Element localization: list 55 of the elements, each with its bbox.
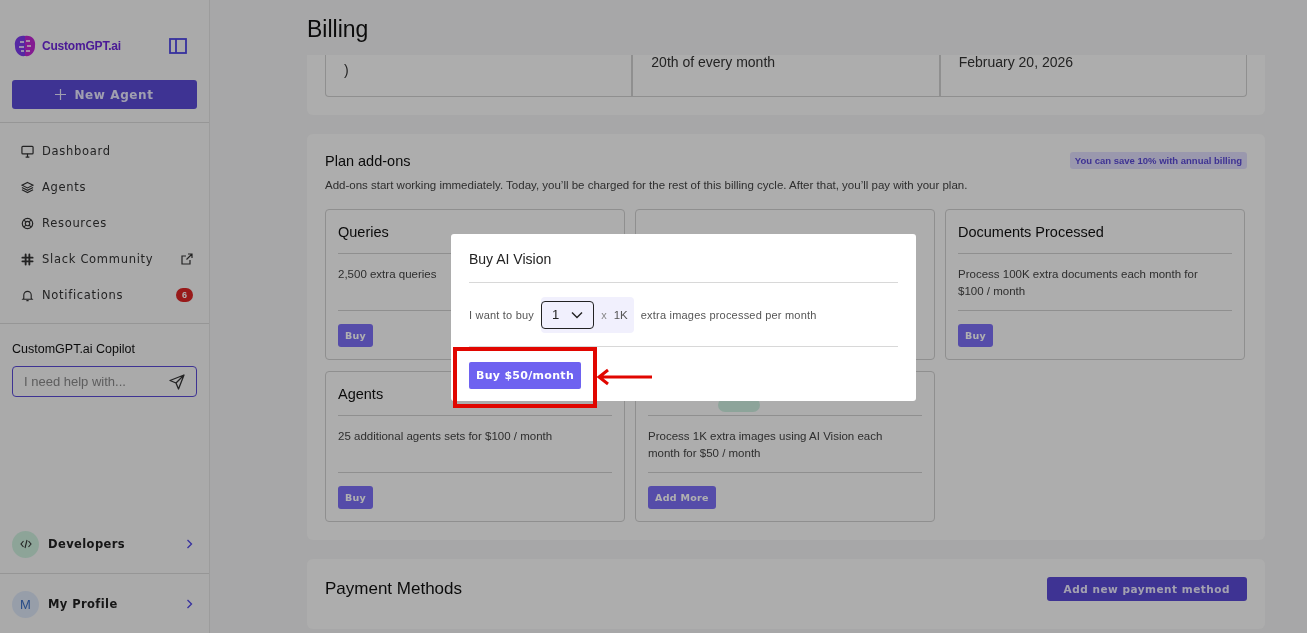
section-description: Add-ons start working immediately. Today, you’ll be charged for the rest of this billing cycle. After that, you’ll pay with your plan.	[325, 179, 969, 191]
addon-title: Agents	[338, 386, 384, 402]
nav-item[interactable]: Slack Community	[0, 241, 209, 277]
dialog-title: Buy AI Vision	[469, 250, 553, 269]
lifebuoy-icon	[21, 216, 34, 230]
copilot-title: CustomGPT.ai Copilot	[11, 341, 136, 358]
section-title: Plan add-ons	[325, 152, 411, 169]
new-agent-button[interactable]: New Agent	[12, 80, 197, 109]
nav-label: Notifications	[42, 288, 124, 302]
nav-item[interactable]: Agents	[0, 169, 209, 205]
developers-item[interactable]: Developers	[0, 529, 209, 559]
layers-icon	[21, 180, 34, 194]
addon-description: 25 additional agents sets for $100 / month	[338, 430, 553, 442]
profile-avatar: M	[12, 590, 39, 618]
addon-title: Queries	[338, 224, 389, 240]
savings-badge: You can save 10% with annual billing	[1069, 152, 1247, 169]
quantity-select[interactable]: 1	[541, 300, 595, 329]
summary-text: )	[344, 63, 350, 77]
unit-label: 1K	[613, 308, 628, 321]
annotation-arrow	[596, 368, 654, 386]
bell-icon	[21, 288, 34, 302]
summary-text: 20th of every month	[651, 55, 777, 69]
profile-item[interactable]: M My Profile	[0, 589, 209, 619]
addon-description: Process 100K extra documents each month for $100 / month	[958, 268, 1198, 297]
code-icon	[12, 530, 39, 558]
nav-item[interactable]: Dashboard	[0, 133, 209, 169]
sidebar-toggle-icon[interactable]	[169, 38, 187, 54]
logo-icon	[12, 33, 38, 59]
hash-grid-icon	[21, 252, 34, 266]
plus-icon	[55, 89, 67, 100]
dialog-label: extra images processed per month	[640, 308, 817, 321]
multiply-sign: x	[601, 308, 607, 321]
buy-button[interactable]: Buy $50/month	[469, 362, 582, 389]
add-payment-method-button[interactable]: Add new payment method	[1046, 577, 1247, 601]
nav-label: Slack Community	[42, 252, 154, 266]
monitor-icon	[21, 144, 34, 158]
summary-text: February 20, 2026	[958, 55, 1075, 69]
addon-description: 2,500 extra queries	[338, 268, 437, 280]
nav-item[interactable]: Notifications 6	[0, 277, 209, 313]
chevron-down-icon	[571, 310, 584, 319]
copilot-input-field[interactable]: I need help with...	[12, 366, 197, 397]
count-badge: 6	[176, 288, 193, 302]
addon-title: Documents Processed	[958, 224, 1104, 240]
nav-label: Dashboard	[42, 144, 111, 158]
chevron-right-icon	[186, 539, 193, 549]
nav-label: Resources	[42, 216, 108, 230]
section-title: Payment Methods	[325, 579, 462, 599]
chevron-right-icon	[186, 599, 193, 609]
page-title: Billing	[307, 16, 369, 43]
send-icon[interactable]	[169, 374, 185, 390]
nav-label: Agents	[42, 180, 87, 194]
dialog-label: I want to buy	[469, 308, 534, 321]
nav-item[interactable]: Resources	[0, 205, 209, 241]
addon-description: Process 1K extra images using AI Vision each month for $50 / month	[648, 430, 883, 459]
brand-name: CustomGPT.ai	[42, 39, 121, 53]
